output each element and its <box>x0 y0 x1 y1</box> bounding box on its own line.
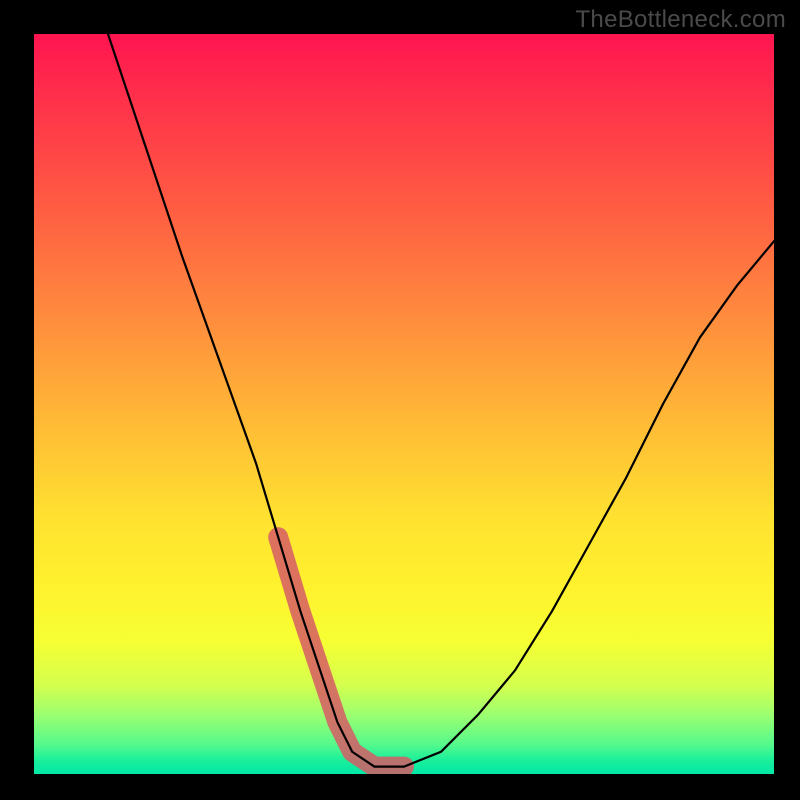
plot-area <box>34 34 774 774</box>
highlight-band <box>278 537 404 766</box>
bottleneck-curve <box>108 34 774 767</box>
watermark-text: TheBottleneck.com <box>575 6 786 34</box>
chart-frame: TheBottleneck.com <box>0 0 800 800</box>
curve-layer <box>34 34 774 774</box>
